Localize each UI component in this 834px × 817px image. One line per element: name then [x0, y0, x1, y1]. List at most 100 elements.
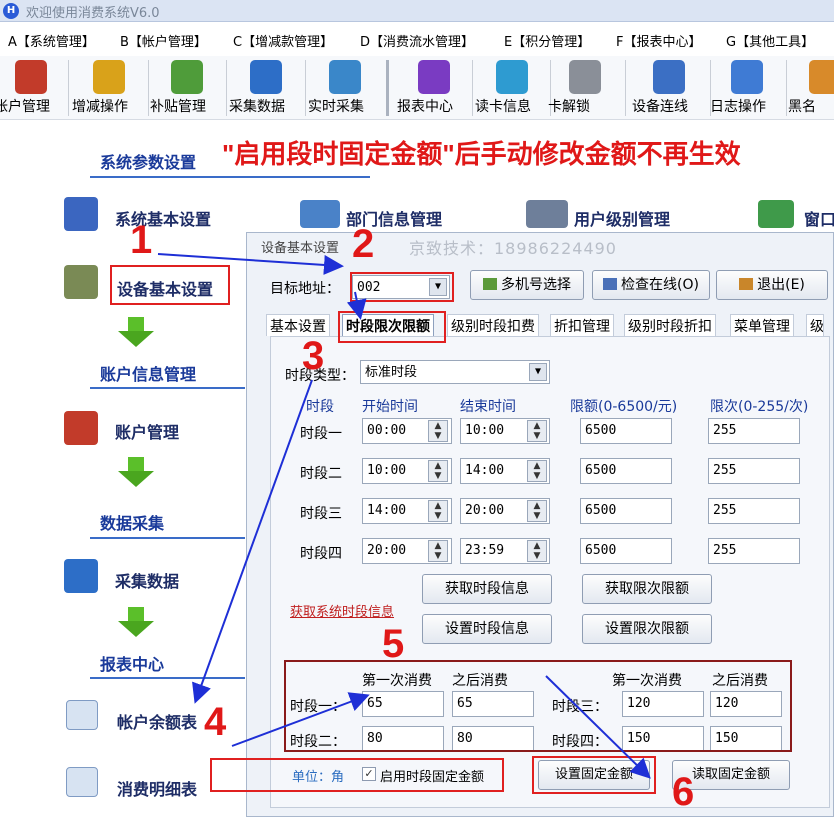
tool-account[interactable]: 帐户管理 — [0, 56, 68, 120]
get-period-button[interactable]: 获取时段信息 — [422, 574, 552, 604]
tool-label: 报表中心 — [397, 99, 453, 115]
get-system-period-link[interactable]: 获取系统时段信息 — [290, 601, 394, 620]
period-name: 时段二 — [300, 466, 342, 482]
time-spinner-icon[interactable]: ▲ ▼ — [428, 500, 448, 522]
limit-count-input[interactable]: 255 — [708, 458, 800, 484]
title-bar: H 欢迎使用消费系统V6.0 — [0, 0, 834, 22]
time-spinner-icon[interactable]: ▲ ▼ — [428, 460, 448, 482]
check-online-button[interactable]: 检查在线(O) — [592, 270, 710, 300]
table-report-icon — [66, 767, 98, 797]
set-period-button[interactable]: 设置时段信息 — [422, 614, 552, 644]
section-title-system: 系统参数设置 — [100, 153, 197, 172]
header-end: 结束时间 — [460, 399, 516, 415]
tool-label: 读卡信息 — [475, 99, 531, 115]
tool-label: 帐户管理 — [0, 99, 50, 115]
nav-user-level[interactable]: 用户级别管理 — [574, 206, 670, 230]
section-title-collect: 数据采集 — [100, 514, 165, 533]
log-icon — [731, 60, 763, 94]
limit-amount-input[interactable]: 6500 — [580, 458, 672, 484]
menu-account[interactable]: B【帐户管理】 — [120, 31, 207, 50]
tab-level-period-discount[interactable]: 级别时段折扣 — [624, 314, 716, 336]
down-arrow-icon — [118, 607, 154, 641]
step-number: 4 — [204, 700, 227, 744]
nav-account-management[interactable]: 账户管理 — [115, 419, 179, 443]
nav-consume-detail-report[interactable]: 消费明细表 — [117, 776, 197, 800]
time-spinner-icon[interactable]: ▲ ▼ — [527, 500, 547, 522]
tool-realtime[interactable]: 实时采集 — [308, 56, 382, 120]
tool-label: 黑名 — [788, 99, 816, 115]
time-spinner-icon[interactable]: ▲ ▼ — [428, 420, 448, 442]
highlight-box-set-fixed — [532, 756, 656, 794]
period-type-value: 标准时段 — [365, 365, 418, 380]
period-name: 时段四 — [300, 546, 342, 562]
menu-points[interactable]: E【积分管理】 — [504, 31, 590, 50]
department-icon — [300, 200, 340, 228]
tool-collect[interactable]: 采集数据 — [229, 56, 303, 120]
tool-read-card[interactable]: 读卡信息 — [475, 56, 549, 120]
limit-amount-input[interactable]: 6500 — [580, 538, 672, 564]
tab-overflow[interactable]: 级 — [806, 314, 824, 336]
exit-icon — [739, 278, 754, 290]
tool-label: 增减操作 — [72, 99, 128, 115]
step-number: 3 — [302, 334, 325, 378]
blacklist-icon — [809, 60, 834, 94]
tab-menu[interactable]: 菜单管理 — [730, 314, 794, 336]
tool-report[interactable]: 报表中心 — [397, 56, 471, 120]
users-icon — [64, 411, 98, 445]
card-icon — [496, 60, 528, 94]
menu-system[interactable]: A【系统管理】 — [8, 31, 95, 50]
tool-unlock-card[interactable]: 卡解锁 — [548, 56, 622, 120]
tab-basic-settings[interactable]: 基本设置 — [266, 314, 330, 336]
tool-device-link[interactable]: 设备连线 — [632, 56, 706, 120]
header-limit-count: 限次(0-255/次) — [710, 399, 809, 415]
highlight-box-period-tab — [338, 311, 446, 343]
table-report-icon — [66, 700, 98, 730]
step-number: 1 — [130, 218, 153, 262]
down-arrow-icon — [118, 317, 154, 351]
header-period: 时段 — [306, 399, 334, 415]
highlight-box-enable-fixed — [210, 758, 504, 792]
tool-adjust[interactable]: 增减操作 — [72, 56, 146, 120]
nav-window[interactable]: 窗口 — [804, 206, 834, 230]
watermark: 京致技术：18986224490 — [409, 239, 617, 258]
time-spinner-icon[interactable]: ▲ ▼ — [527, 460, 547, 482]
menu-adjust[interactable]: C【增减款管理】 — [233, 31, 333, 50]
limit-count-input[interactable]: 255 — [708, 418, 800, 444]
tool-label: 实时采集 — [308, 99, 364, 115]
exit-button[interactable]: 退出(E) — [716, 270, 828, 300]
menu-consume-flow[interactable]: D【消费流水管理】 — [360, 31, 474, 50]
get-limit-button[interactable]: 获取限次限额 — [582, 574, 712, 604]
time-spinner-icon[interactable]: ▲ ▼ — [527, 420, 547, 442]
money-user-icon — [93, 60, 125, 94]
header-start: 开始时间 — [362, 399, 418, 415]
top-nav-strip: 部门信息管理 用户级别管理 窗口 — [248, 196, 834, 236]
users-icon — [15, 60, 47, 94]
tool-log[interactable]: 日志操作 — [710, 56, 784, 120]
multi-select-button[interactable]: 多机号选择 — [470, 270, 584, 300]
nav-balance-report[interactable]: 帐户余额表 — [117, 709, 197, 733]
limit-count-input[interactable]: 255 — [708, 538, 800, 564]
step-number: 5 — [382, 622, 405, 666]
limit-amount-input[interactable]: 6500 — [580, 498, 672, 524]
monitor-icon — [329, 60, 361, 94]
tool-label: 日志操作 — [710, 99, 766, 115]
limit-count-input[interactable]: 255 — [708, 498, 800, 524]
highlight-box-target-address — [350, 272, 454, 302]
set-limit-button[interactable]: 设置限次限额 — [582, 614, 712, 644]
tab-level-period-charge[interactable]: 级别时段扣费 — [447, 314, 539, 336]
menu-report[interactable]: F【报表中心】 — [616, 31, 701, 50]
period-type-select[interactable]: 标准时段 ▼ — [360, 360, 550, 384]
period-name: 时段三 — [300, 506, 342, 522]
limit-amount-input[interactable]: 6500 — [580, 418, 672, 444]
server-collect-icon — [64, 559, 98, 593]
time-spinner-icon[interactable]: ▲ ▼ — [428, 540, 448, 562]
tool-blacklist[interactable]: 黑名 — [788, 56, 834, 120]
user-level-icon — [526, 200, 568, 228]
window-title: 欢迎使用消费系统V6.0 — [26, 6, 160, 21]
tab-discount[interactable]: 折扣管理 — [550, 314, 614, 336]
tool-subsidy[interactable]: 补贴管理 — [150, 56, 224, 120]
menu-other-tools[interactable]: G【其他工具】 — [726, 31, 814, 50]
time-spinner-icon[interactable]: ▲ ▼ — [527, 540, 547, 562]
nav-collect-data[interactable]: 采集数据 — [115, 568, 179, 592]
step-number: 6 — [672, 770, 695, 814]
